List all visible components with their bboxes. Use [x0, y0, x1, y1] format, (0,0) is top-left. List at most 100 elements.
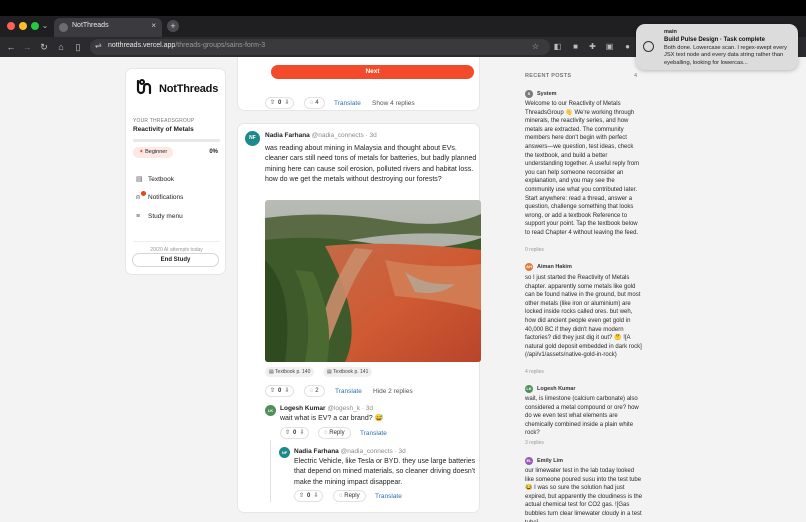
reply-body: Electric Vehicle, like Tesla or BYD. the…: [294, 458, 476, 486]
reply-author: Logesh Kumar @logesh_k · 3d: [280, 405, 373, 412]
logo-icon: [136, 79, 152, 95]
sidebar: NotThreads YOUR THREADSGROUP Reactivity …: [125, 68, 226, 275]
sidebar-item-study-menu[interactable]: ≡ Study menu: [136, 213, 183, 225]
tab-title: NotThreads: [72, 22, 109, 29]
book-icon: ▤: [269, 369, 274, 375]
address-bar[interactable]: ⇌ notthreads.vercel.app/threads-groups/s…: [90, 39, 550, 55]
os-menu-bar: [0, 0, 806, 16]
url-text: notthreads.vercel.app/threads-groups/sai…: [108, 42, 266, 49]
reply-time: · 3d: [394, 448, 406, 455]
star-icon[interactable]: ☆: [530, 41, 541, 52]
group-label: YOUR THREADSGROUP: [133, 118, 195, 124]
toast-app-name: main: [664, 29, 677, 35]
reload-icon[interactable]: ↻: [38, 40, 50, 54]
comments-button[interactable]: ◌ 2: [304, 385, 325, 397]
recent-post-author: Emily Lim: [537, 458, 563, 464]
upvote-icon[interactable]: ⇧: [285, 430, 290, 436]
avatar[interactable]: NF: [245, 131, 260, 146]
notification-toast[interactable]: main Build Pulse Design · Task complete …: [636, 24, 798, 70]
reply-button[interactable]: ◌ Reply: [333, 490, 366, 502]
browser-tab[interactable]: NotThreads ×: [54, 18, 162, 37]
comment-icon: ◌: [339, 493, 343, 499]
tab-list-icon[interactable]: ⌄: [40, 20, 50, 32]
translate-link[interactable]: Translate: [335, 388, 362, 395]
translate-link[interactable]: Translate: [334, 100, 361, 107]
sidebar-icon[interactable]: ▯: [72, 40, 84, 54]
downvote-icon[interactable]: ⇩: [284, 100, 289, 106]
author-name[interactable]: Nadia Farhana: [294, 448, 339, 455]
author-handle: @nadia_connects: [340, 448, 393, 455]
post-author: Nadia Farhana @nadia_connects · 3d: [265, 132, 377, 139]
recent-posts-count: 4: [634, 73, 638, 79]
hide-replies-link[interactable]: Hide 2 replies: [373, 388, 413, 395]
recent-post-text[interactable]: our limewater test in the lab today look…: [525, 467, 643, 522]
back-icon[interactable]: ←: [5, 40, 17, 54]
group-name: Reactivity of Metals: [133, 126, 194, 133]
recent-post-replies: 3 replies: [525, 440, 544, 446]
upvote-icon[interactable]: ⇧: [299, 493, 304, 499]
upvote-icon[interactable]: ⇧: [270, 388, 275, 394]
post-body: was reading about mining in Malaysia and…: [265, 145, 477, 184]
toast-title: Build Pulse Design · Task complete: [664, 37, 765, 43]
minimize-window-button[interactable]: [19, 22, 27, 30]
group-progress-bar: [133, 139, 220, 142]
author-handle: @logesh_k: [327, 405, 360, 412]
recent-posts-header: RECENT POSTS: [525, 73, 572, 79]
mining-photo-image: [265, 200, 481, 362]
post-time: · 3d: [365, 132, 377, 139]
sidebar-item-textbook[interactable]: ▤ Textbook: [136, 175, 174, 187]
level-badge: ✦ Beginner: [133, 147, 174, 158]
new-tab-button[interactable]: +: [167, 20, 179, 32]
comment-icon: ◌: [310, 100, 314, 106]
upvote-icon[interactable]: ⇧: [270, 100, 275, 106]
forward-icon[interactable]: →: [21, 40, 33, 54]
reply-body: wait what is EV? a car brand? 😅: [280, 415, 384, 422]
tab-close-icon[interactable]: ×: [151, 21, 156, 30]
textbook-reference-chip[interactable]: ▤ Textbook p. 141: [323, 367, 373, 377]
vote-control[interactable]: ⇧ 0 ⇩: [294, 490, 324, 502]
author-name[interactable]: Logesh Kumar: [280, 405, 326, 412]
toast-body: Both done. Lowercase scan. I regex-swept…: [664, 44, 787, 66]
author-name[interactable]: Nadia Farhana: [265, 132, 310, 139]
puzzle-icon[interactable]: ✚: [587, 41, 598, 52]
next-button[interactable]: Next: [271, 65, 474, 79]
camera-icon[interactable]: ■: [570, 41, 581, 52]
vote-control[interactable]: ⇧ 0 ⇩: [280, 427, 310, 439]
thread-line: [270, 440, 271, 502]
maximize-window-button[interactable]: [31, 22, 39, 30]
avatar[interactable]: NF: [279, 447, 290, 458]
recent-post-text[interactable]: Welcome to our Reactivity of Metals Thre…: [525, 100, 643, 238]
tab-search-icon[interactable]: ▣: [604, 41, 615, 52]
close-window-button[interactable]: [7, 22, 15, 30]
translate-link[interactable]: Translate: [360, 430, 387, 437]
translate-link[interactable]: Translate: [375, 493, 402, 500]
textbook-reference-chip[interactable]: ▤ Textbook p. 140: [265, 367, 315, 377]
site-info-icon[interactable]: ⇌: [95, 41, 102, 50]
downvote-icon[interactable]: ⇩: [284, 388, 289, 394]
vote-control[interactable]: ⇧ 0 ⇩: [265, 97, 295, 109]
extension-icon[interactable]: ◧: [552, 41, 563, 52]
page: NotThreads YOUR THREADSGROUP Reactivity …: [0, 57, 806, 522]
comment-icon: ◌: [310, 388, 314, 394]
bell-icon: ⍝: [136, 191, 146, 202]
divider: [133, 241, 220, 242]
reply-button[interactable]: ◌ Reply: [318, 427, 351, 439]
sidebar-item-notifications[interactable]: ⍝ Notifications: [136, 191, 183, 206]
logo-text[interactable]: NotThreads: [159, 83, 218, 95]
comments-button[interactable]: ◌ 4: [304, 97, 325, 109]
profile-icon[interactable]: ●: [622, 41, 633, 52]
post-image[interactable]: [265, 200, 481, 362]
recent-post-text[interactable]: so I just started the Reactivity of Meta…: [525, 274, 643, 360]
end-study-button[interactable]: End Study: [132, 253, 219, 267]
vote-control[interactable]: ⇧ 0 ⇩: [265, 385, 295, 397]
notification-dot: [141, 191, 146, 196]
downvote-icon[interactable]: ⇩: [313, 493, 318, 499]
avatar[interactable]: LK: [265, 405, 276, 416]
show-replies-link[interactable]: Show 4 replies: [372, 100, 415, 107]
downvote-icon[interactable]: ⇩: [299, 430, 304, 436]
recent-post-text[interactable]: wait, is limestone (calcium carbonate) a…: [525, 395, 643, 438]
avatar: AH: [525, 263, 533, 271]
recent-post-author: Logesh Kumar: [537, 386, 576, 392]
home-icon[interactable]: ⌂: [55, 40, 67, 54]
recent-post-author: System: [537, 91, 557, 97]
